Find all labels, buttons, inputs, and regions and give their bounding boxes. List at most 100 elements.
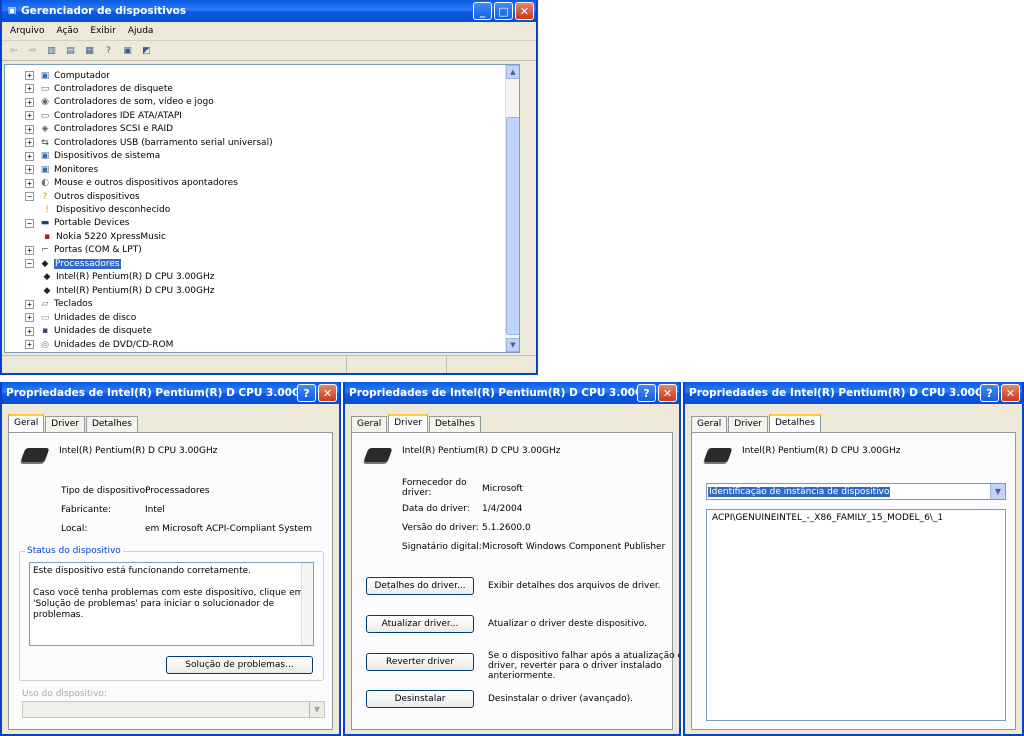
expand-icon[interactable]: + [25,326,34,336]
menu-arquivo[interactable]: Arquivo [4,26,50,36]
tree-item[interactable]: ▪ Nokia 5220 XpressMusic [41,230,166,243]
expand-icon[interactable]: + [25,138,34,148]
computer-icon: ▣ [40,70,50,81]
tab-driver[interactable]: Driver [388,414,428,432]
expand-icon[interactable]: + [25,111,34,121]
help-icon[interactable]: ? [637,384,656,402]
scroll-down-icon[interactable]: ▼ [506,338,519,352]
details-panel: Intel(R) Pentium(R) D CPU 3.00GHz Identi… [691,432,1016,730]
expand-icon[interactable]: + [25,71,34,80]
print-icon[interactable]: ▦ [82,44,97,57]
tab-driver[interactable]: Driver [45,416,85,432]
menu-ajuda[interactable]: Ajuda [122,26,160,36]
device-name: Intel(R) Pentium(R) D CPU 3.00GHz [402,446,561,456]
tree-item[interactable]: + ◈ Controladores SCSI e RAID [25,123,173,136]
rollback-driver-button[interactable]: Reverter driver [366,653,474,671]
rollback-desc-line3: anteriormente. [488,671,556,681]
update-driver-button[interactable]: Atualizar driver... [366,615,474,633]
back-icon[interactable]: ⇦ [6,44,21,57]
expand-icon[interactable]: + [25,313,34,323]
scroll-thumb[interactable] [506,117,519,335]
tree-item[interactable]: ! Dispositivo desconhecido [41,204,170,217]
tab-general[interactable]: Geral [8,414,45,432]
expand-icon[interactable]: + [25,165,34,175]
collapse-icon[interactable]: − [25,192,34,202]
tree-item[interactable]: − ▬ Portable Devices [25,217,129,230]
expand-icon[interactable]: + [25,151,34,161]
tab-general[interactable]: Geral [691,416,728,432]
expand-icon[interactable]: + [25,340,34,349]
device-manager-titlebar[interactable]: ▣ Gerenciador de dispositivos _ □ ✕ [2,0,536,22]
property-value-list[interactable]: ACPI\GENUINEINTEL_-_X86_FAMILY_15_MODEL_… [706,509,1006,721]
troubleshoot-button[interactable]: Solução de problemas... [166,656,313,674]
expand-icon[interactable]: + [25,124,34,134]
version-label: Versão do driver: [402,523,479,533]
tab-details[interactable]: Detalhes [768,414,821,432]
tree-item[interactable]: + ◎ Unidades de DVD/CD-ROM [25,338,173,351]
tree-item[interactable]: ◆ Intel(R) Pentium(R) D CPU 3.00GHz [41,284,215,297]
uninstall-button[interactable]: Desinstalar [366,690,474,708]
tree-item[interactable]: + ▭ Unidades de disco [25,311,136,324]
tree-item[interactable]: + ▭ Controladores IDE ATA/ATAPI [25,109,182,122]
keyboard-icon: ▱ [41,299,49,310]
tab-general[interactable]: Geral [351,416,388,432]
scroll-up-icon[interactable]: ▲ [506,65,519,79]
status-bar [2,355,536,373]
expand-icon[interactable]: + [25,245,34,255]
close-icon[interactable]: ✕ [1001,384,1020,402]
driver-details-button[interactable]: Detalhes do driver... [366,577,474,595]
type-value: Processadores [145,486,210,496]
maximize-icon[interactable]: □ [494,2,513,20]
tree-item[interactable]: + ▣ Dispositivos de sistema [25,150,160,163]
scan-hardware-icon[interactable]: ◩ [139,44,154,57]
tab-driver[interactable]: Driver [728,416,768,432]
tree-item[interactable]: + ▪ Unidades de disquete [25,325,152,338]
expand-icon[interactable]: + [25,178,34,188]
tree-item[interactable]: + ▱ Teclados [25,298,92,311]
status-textbox[interactable]: Este dispositivo está funcionando corret… [29,562,314,646]
forward-icon[interactable]: ⇨ [25,44,40,57]
help-icon[interactable]: ? [297,384,316,402]
device-manager-icon: ▣ [7,6,17,16]
dialog-titlebar[interactable]: Propriedades de Intel(R) Pentium(R) D CP… [2,382,339,404]
dialog-title: Propriedades de Intel(R) Pentium(R) D CP… [349,387,637,399]
property-value[interactable]: ACPI\GENUINEINTEL_-_X86_FAMILY_15_MODEL_… [712,513,1000,523]
collapse-icon[interactable]: − [25,218,34,228]
property-selected: Identificação de instância de dispositiv… [708,486,891,497]
tree-item[interactable]: + ⌐ Portas (COM & LPT) [25,244,142,257]
properties-icon[interactable]: ▤ [63,44,78,57]
help-icon[interactable]: ? [101,44,116,57]
help-icon[interactable]: ? [980,384,999,402]
tree-item[interactable]: + ⇆ Controladores USB (barramento serial u… [25,136,273,149]
minimize-icon[interactable]: _ [473,2,492,20]
tree-item[interactable]: + ▣ Monitores [25,163,98,176]
close-icon[interactable]: ✕ [658,384,677,402]
tree-item[interactable]: −? Outros dispositivos [25,190,140,203]
chevron-down-icon[interactable]: ▼ [990,484,1005,499]
property-dropdown[interactable]: Identificação de instância de dispositiv… [706,483,1006,500]
tab-details[interactable]: Detalhes [85,416,138,432]
show-hide-tree-icon[interactable]: ▥ [44,44,59,57]
view-icon[interactable]: ▣ [120,44,135,57]
tree-item[interactable]: + ◐ Mouse e outros dispositivos apontadore… [25,177,238,190]
tree-item[interactable]: ◆ Intel(R) Pentium(R) D CPU 3.00GHz [41,271,215,284]
chevron-down-icon[interactable]: ▼ [309,702,324,717]
menu-exibir[interactable]: Exibir [84,26,121,36]
tree-item[interactable]: + ◉ Controladores de som, vídeo e jogo [25,96,214,109]
close-icon[interactable]: ✕ [515,2,534,20]
tree-item[interactable]: + ▭ Controladores de disquete [25,82,173,95]
menu-acao[interactable]: Ação [50,26,84,36]
device-tree[interactable]: ▲ ▼ + ▣ Computador + ▭ Controladores de disqu… [4,64,520,353]
tab-details[interactable]: Detalhes [428,416,481,432]
expand-icon[interactable]: + [25,97,34,107]
collapse-icon[interactable]: − [25,259,34,269]
tree-item[interactable]: − ◆ Processadores [25,257,121,270]
dialog-titlebar[interactable]: Propriedades de Intel(R) Pentium(R) D CP… [345,382,679,404]
expand-icon[interactable]: + [25,299,34,309]
expand-icon[interactable]: + [25,84,34,94]
close-icon[interactable]: ✕ [318,384,337,402]
usage-dropdown[interactable]: ▼ [22,701,325,718]
tree-item[interactable]: + ▣ Computador [25,69,110,82]
tree-scrollbar[interactable]: ▲ ▼ [505,65,519,352]
dialog-titlebar[interactable]: Propriedades de Intel(R) Pentium(R) D CP… [685,382,1022,404]
